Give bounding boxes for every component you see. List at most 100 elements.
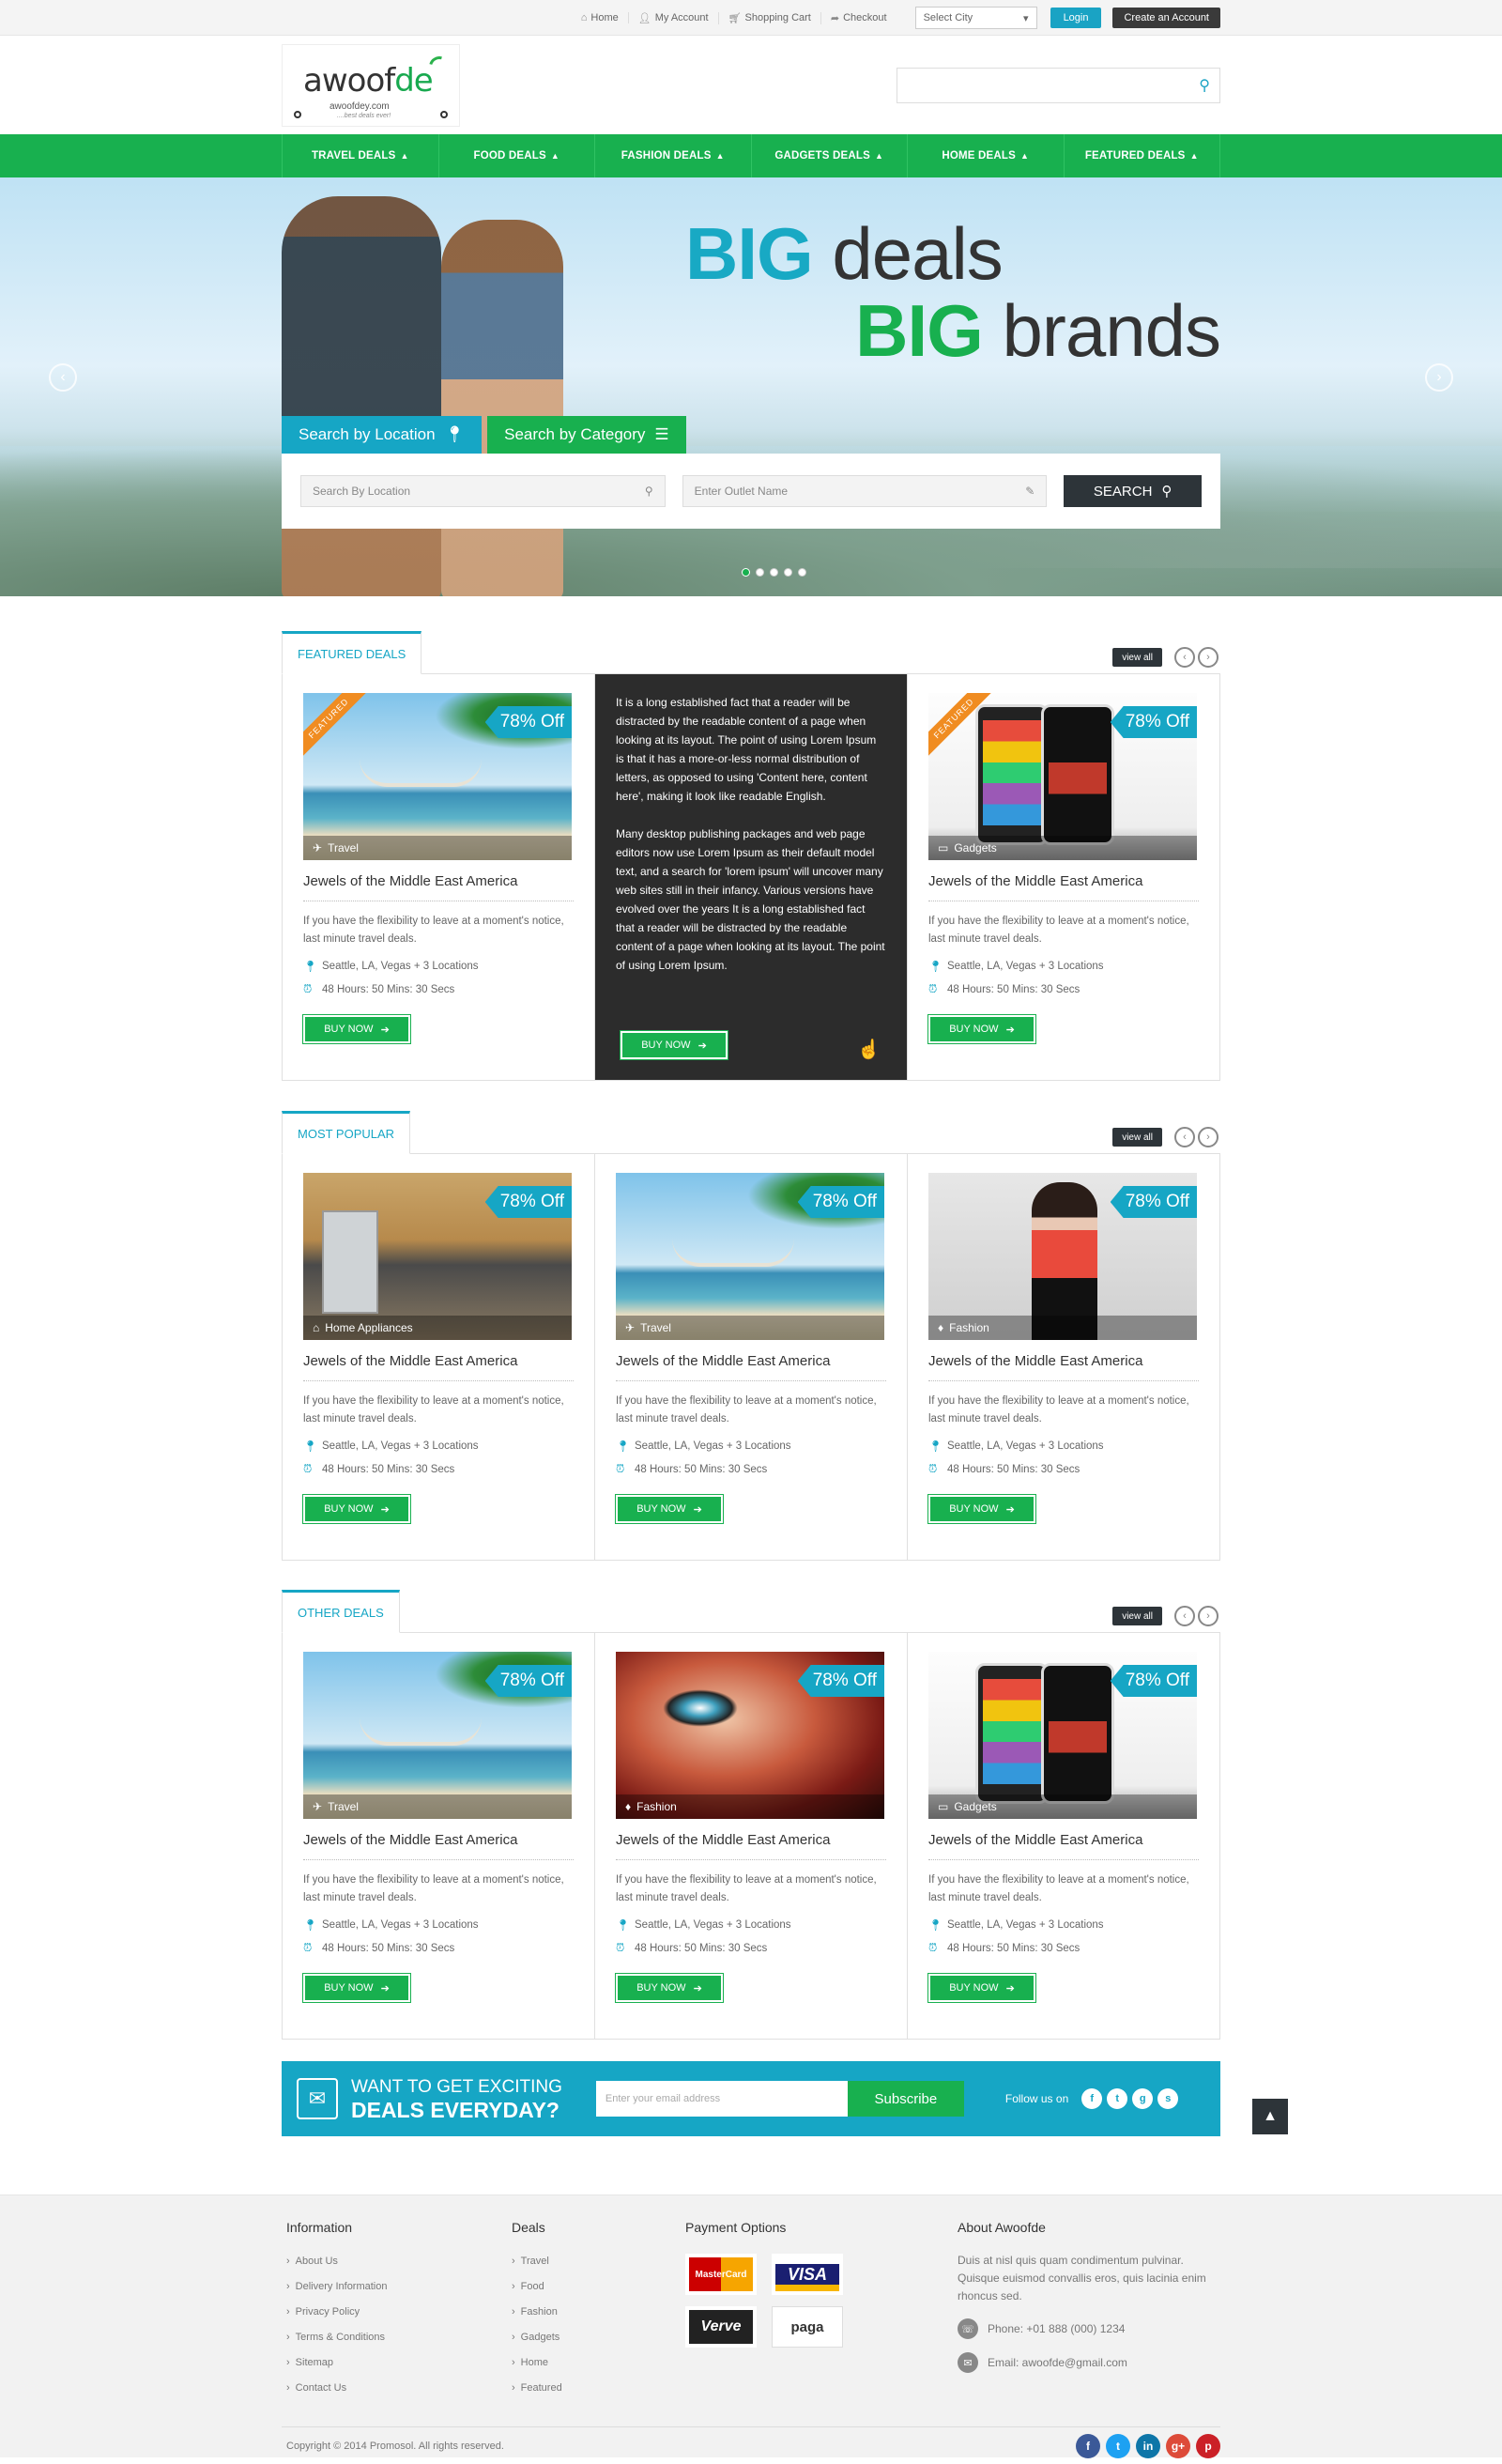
slider-dot[interactable] (784, 568, 792, 577)
tab-search-location[interactable]: Search by Location 📍︎ (282, 416, 483, 454)
email-field[interactable]: Enter your email address (595, 2081, 848, 2117)
subscribe-button[interactable]: Subscribe (847, 2081, 964, 2117)
buy-now-button[interactable]: BUY NOW ➔ (927, 1494, 1036, 1524)
deal-card[interactable]: 78% Off ✈ Travel Jewels of the Middle East … (283, 1633, 595, 2039)
skype-icon[interactable]: s (1157, 2088, 1179, 2109)
buy-now-button[interactable]: BUY NOW ➔ (615, 1494, 724, 1524)
slider-dot[interactable] (798, 568, 806, 577)
deal-title[interactable]: Jewels of the Middle East America (928, 873, 1199, 901)
footer-deal-link[interactable]: › Featured (512, 2382, 685, 2394)
nav-item-0[interactable]: TRAVEL DEALS ▲ (283, 134, 439, 177)
nav-item-3[interactable]: GADGETS DEALS ▲ (752, 134, 908, 177)
deal-image[interactable]: 78% Off ♦ Fashion (928, 1173, 1197, 1340)
nav-item-1[interactable]: FOOD DEALS ▲ (439, 134, 595, 177)
deal-title[interactable]: Jewels of the Middle East America (928, 1832, 1199, 1860)
deal-title[interactable]: Jewels of the Middle East America (616, 1832, 886, 1860)
footer-deal-link[interactable]: › Gadgets (512, 2332, 685, 2343)
header-search-input[interactable]: ⚲ (897, 67, 1220, 103)
footer-deal-link[interactable]: › Travel (512, 2256, 685, 2267)
prev-arrow-icon[interactable]: ‹ (1174, 1606, 1195, 1626)
shopping-cart-link[interactable]: 🛒︎ Shopping Cart (719, 11, 821, 24)
view-all-button[interactable]: view all (1112, 1128, 1162, 1147)
footer-info-link[interactable]: › Sitemap (286, 2357, 512, 2368)
home-link[interactable]: ⌂ Home (572, 12, 629, 23)
buy-now-button[interactable]: BUY NOW ➔ (620, 1030, 728, 1060)
deal-image[interactable]: 78% Off ✈ Travel (303, 1652, 572, 1819)
logo[interactable]: awoofde awoofdey.com ....best deals ever… (282, 43, 460, 127)
deal-image[interactable]: 78% Off ▭ Gadgets (928, 1652, 1197, 1819)
checkout-link[interactable]: ➦ Checkout (821, 12, 897, 24)
deal-title[interactable]: Jewels of the Middle East America (303, 1832, 574, 1860)
deal-title[interactable]: Jewels of the Middle East America (928, 1353, 1199, 1381)
login-button[interactable]: Login (1050, 8, 1102, 28)
monitor-icon: ▭ (938, 841, 949, 855)
deal-card[interactable]: 78% Off ♦ Fashion Jewels of the Middle East… (595, 1633, 908, 2039)
my-account-link[interactable]: 👤︎ My Account (629, 11, 719, 24)
deal-title[interactable]: Jewels of the Middle East America (303, 1353, 574, 1381)
nav-item-2[interactable]: FASHION DEALS ▲ (595, 134, 752, 177)
prev-arrow-icon[interactable]: ‹ (1174, 1127, 1195, 1147)
footer-info-link[interactable]: › Terms & Conditions (286, 2332, 512, 2343)
slider-dot[interactable] (742, 568, 750, 577)
footer-info-link[interactable]: › Contact Us (286, 2382, 512, 2394)
footer-info-link[interactable]: › Delivery Information (286, 2281, 512, 2292)
next-arrow-icon[interactable]: › (1198, 647, 1218, 668)
google-plus-icon[interactable]: g (1132, 2088, 1154, 2109)
deal-title[interactable]: Jewels of the Middle East America (616, 1353, 886, 1381)
nav-item-5[interactable]: FEATURED DEALS ▲ (1065, 134, 1220, 177)
deal-card[interactable]: FEATURED 78% Off ✈ Travel Jewels of the Midd… (283, 674, 595, 1080)
buy-now-button[interactable]: BUY NOW ➔ (615, 1973, 724, 2003)
deal-card[interactable]: FEATURED 78% Off ▭ Gadgets Jewels of the Mid… (908, 674, 1219, 1080)
deal-description: If you have the flexibility to leave at … (928, 1395, 1189, 1424)
discount-badge: 78% Off (484, 1665, 572, 1697)
deal-image[interactable]: FEATURED 78% Off ✈ Travel (303, 693, 572, 860)
buy-now-button[interactable]: BUY NOW ➔ (302, 1014, 411, 1044)
slider-prev-icon[interactable]: ‹ (49, 363, 77, 392)
footer-deal-link[interactable]: › Home (512, 2357, 685, 2368)
slider-dot[interactable] (770, 568, 778, 577)
view-all-button[interactable]: view all (1112, 648, 1162, 667)
footer-deal-link[interactable]: › Food (512, 2281, 685, 2292)
nav-item-4[interactable]: HOME DEALS ▲ (908, 134, 1065, 177)
deal-card[interactable]: 78% Off ✈ Travel Jewels of the Middle East … (595, 1154, 908, 1560)
deal-title[interactable]: Jewels of the Middle East America (303, 873, 574, 901)
slider-dot[interactable] (756, 568, 764, 577)
deal-image[interactable]: FEATURED 78% Off ▭ Gadgets (928, 693, 1197, 860)
footer-info-link[interactable]: › About Us (286, 2256, 512, 2267)
deal-description: If you have the flexibility to leave at … (303, 1874, 564, 1903)
pinterest-icon[interactable]: p (1196, 2433, 1220, 2458)
view-all-button[interactable]: view all (1112, 1607, 1162, 1625)
slider-next-icon[interactable]: › (1425, 363, 1453, 392)
twitter-icon[interactable]: t (1106, 2433, 1130, 2458)
deal-image[interactable]: 78% Off ✈ Travel (616, 1173, 884, 1340)
facebook-icon[interactable]: f (1076, 2433, 1100, 2458)
city-select[interactable]: Select City ▾ (914, 7, 1037, 29)
search-button[interactable]: SEARCH ⚲ (1064, 475, 1202, 507)
create-account-button[interactable]: Create an Account (1112, 8, 1220, 28)
footer-deal-link[interactable]: › Fashion (512, 2306, 685, 2318)
buy-now-button[interactable]: BUY NOW ➔ (927, 1973, 1036, 2003)
footer-email[interactable]: ✉ Email: awoofde@gmail.com (958, 2352, 1220, 2373)
prev-arrow-icon[interactable]: ‹ (1174, 647, 1195, 668)
footer-info-link[interactable]: › Privacy Policy (286, 2306, 512, 2318)
outlet-name-input[interactable]: Enter Outlet Name ✎ (682, 475, 1048, 507)
facebook-icon[interactable]: f (1081, 2088, 1103, 2109)
deal-card[interactable]: 78% Off ▭ Gadgets Jewels of the Middle East… (908, 1633, 1219, 2039)
deal-card[interactable]: 78% Off ♦ Fashion Jewels of the Middle East… (908, 1154, 1219, 1560)
next-arrow-icon[interactable]: › (1198, 1606, 1218, 1626)
location-search-input[interactable]: Search By Location ⚲ (300, 475, 666, 507)
deal-image[interactable]: 78% Off ♦ Fashion (616, 1652, 884, 1819)
google-plus-icon[interactable]: g+ (1166, 2433, 1190, 2458)
buy-now-button[interactable]: BUY NOW ➔ (302, 1973, 411, 2003)
buy-now-button[interactable]: BUY NOW ➔ (302, 1494, 411, 1524)
next-arrow-icon[interactable]: › (1198, 1127, 1218, 1147)
twitter-icon[interactable]: t (1107, 2088, 1128, 2109)
chevron-right-icon: › (286, 2256, 290, 2267)
buy-now-button[interactable]: BUY NOW ➔ (927, 1014, 1036, 1044)
linkedin-icon[interactable]: in (1136, 2433, 1160, 2458)
deal-image[interactable]: 78% Off ⌂ Home Appliances (303, 1173, 572, 1340)
deal-card[interactable]: 78% Off ⌂ Home Appliances Jewels of the Mid… (283, 1154, 595, 1560)
deal-card[interactable]: It is a long established fact that a rea… (595, 674, 908, 1080)
back-to-top-icon[interactable]: ▲ (1252, 2099, 1288, 2134)
tab-search-category[interactable]: Search by Category ☰ (487, 416, 686, 454)
